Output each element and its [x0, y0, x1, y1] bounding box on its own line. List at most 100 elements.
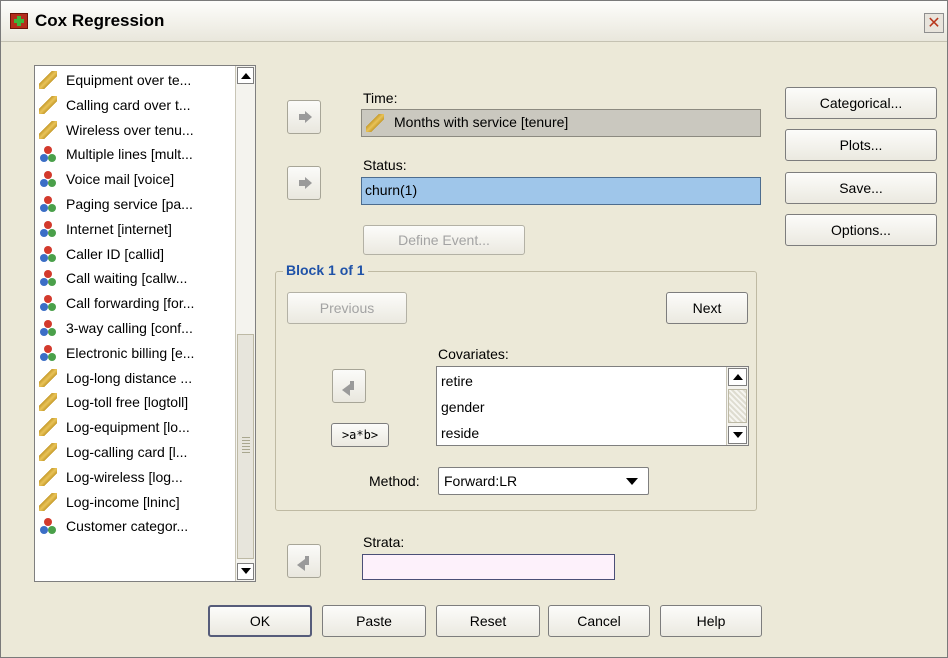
strata-field[interactable]	[362, 554, 615, 580]
covariate-item[interactable]: gender	[441, 399, 485, 415]
scale-ruler-icon	[39, 71, 57, 89]
nominal-icon	[39, 170, 57, 188]
variable-list-item[interactable]: Log-equipment [lo...	[37, 415, 233, 439]
variable-list-item[interactable]: 3-way calling [conf...	[37, 316, 233, 340]
variable-label: 3-way calling [conf...	[66, 320, 193, 336]
covariates-label: Covariates:	[438, 346, 509, 362]
variable-label: Wireless over tenu...	[66, 121, 194, 138]
variable-list-item[interactable]: Calling card over t...	[37, 93, 233, 117]
scroll-up-icon[interactable]	[237, 67, 254, 84]
variable-label: Voice mail [voice]	[66, 171, 175, 188]
block-title: Block 1 of 1	[283, 262, 368, 278]
reset-button[interactable]: Reset	[436, 605, 540, 637]
variable-label: Calling card over t...	[66, 96, 191, 113]
help-button[interactable]: Help	[660, 605, 762, 637]
scroll-up-icon[interactable]	[728, 368, 747, 386]
variable-label: Caller ID [callid]	[66, 245, 165, 262]
categorical-button[interactable]: Categorical...	[785, 87, 937, 119]
status-field[interactable]: churn(1)	[361, 177, 761, 205]
variable-list-item[interactable]: Customer categor...	[37, 514, 233, 538]
scale-ruler-icon	[39, 95, 57, 114]
variable-label: Log-equipment [lo...	[66, 419, 190, 436]
nominal-icon	[39, 269, 57, 287]
method-select[interactable]: Forward:LR	[438, 467, 649, 495]
nominal-icon	[39, 319, 57, 337]
variable-list-item[interactable]: Multiple lines [mult...	[37, 142, 233, 166]
strata-label: Strata:	[363, 534, 405, 550]
scale-ruler-icon	[366, 114, 384, 132]
move-to-strata-button[interactable]	[287, 544, 321, 578]
scale-ruler-icon	[39, 368, 57, 387]
cox-regression-dialog: Cox Regression ✕ Equipment over te... Cal…	[0, 0, 948, 658]
covariates-list[interactable]: retire gender reside	[436, 366, 749, 446]
variable-list-item[interactable]: Caller ID [callid]	[37, 242, 233, 266]
variable-label: Log-long distance ...	[66, 369, 193, 386]
scale-ruler-icon	[39, 393, 57, 412]
close-icon[interactable]: ✕	[924, 13, 944, 33]
variable-label: Multiple lines [mult...	[66, 146, 193, 163]
covariate-item[interactable]: retire	[441, 373, 473, 389]
variable-label: Call waiting [callw...	[66, 270, 188, 287]
scale-ruler-icon	[39, 467, 57, 486]
variable-list-item[interactable]: Paging service [pa...	[37, 192, 233, 216]
variable-label: Log-toll free [logtoll]	[66, 394, 189, 411]
define-event-button[interactable]: Define Event...	[363, 225, 525, 255]
variable-label: Log-income [lninc]	[66, 493, 180, 510]
variable-list-item[interactable]: Log-income [lninc]	[37, 490, 233, 514]
nominal-icon	[39, 344, 57, 362]
variable-list[interactable]: Equipment over te... Calling card over t.…	[34, 65, 256, 582]
variable-list-item[interactable]: Log-wireless [log...	[37, 465, 233, 489]
variable-list-item[interactable]: Electronic billing [e...	[37, 341, 233, 365]
move-to-status-button[interactable]	[287, 166, 321, 200]
ok-button[interactable]: OK	[208, 605, 312, 637]
covariate-item[interactable]: reside	[441, 425, 479, 441]
variable-list-item[interactable]: Log-toll free [logtoll]	[37, 390, 233, 414]
variable-label: Internet [internet]	[66, 220, 172, 237]
nominal-icon	[39, 245, 57, 263]
scroll-down-icon[interactable]	[237, 563, 254, 580]
next-button[interactable]: Next	[666, 292, 748, 324]
variable-list-item[interactable]: Log-long distance ...	[37, 366, 233, 390]
time-field[interactable]: Months with service [tenure]	[361, 109, 761, 137]
plots-button[interactable]: Plots...	[785, 129, 937, 161]
nominal-icon	[39, 195, 57, 213]
status-label: Status:	[363, 157, 407, 173]
variable-list-item[interactable]: Call forwarding [for...	[37, 291, 233, 315]
cancel-button[interactable]: Cancel	[548, 605, 650, 637]
previous-button[interactable]: Previous	[287, 292, 407, 324]
options-button[interactable]: Options...	[785, 214, 937, 246]
move-to-covariates-button[interactable]	[332, 369, 366, 403]
variable-label: Log-wireless [log...	[66, 468, 183, 485]
app-icon	[10, 13, 28, 29]
variable-list-item[interactable]: Voice mail [voice]	[37, 167, 233, 191]
title-bar: Cox Regression ✕	[1, 1, 947, 42]
scale-ruler-icon	[39, 120, 57, 139]
variable-label: Equipment over te...	[66, 72, 192, 88]
scale-ruler-icon	[39, 492, 57, 511]
time-label: Time:	[363, 90, 398, 106]
paste-button[interactable]: Paste	[322, 605, 426, 637]
variable-list-item[interactable]: Equipment over te...	[37, 68, 233, 92]
variable-list-scrollbar[interactable]	[235, 66, 255, 581]
scroll-thumb[interactable]	[237, 334, 254, 559]
interaction-button[interactable]: >a*b>	[331, 423, 389, 447]
save-button[interactable]: Save...	[785, 172, 937, 204]
nominal-icon	[39, 294, 57, 312]
move-to-time-button[interactable]	[287, 100, 321, 134]
variable-label: Customer categor...	[66, 518, 189, 535]
variable-list-item[interactable]: Internet [internet]	[37, 217, 233, 241]
variable-label: Paging service [pa...	[66, 196, 193, 212]
nominal-icon	[39, 517, 57, 535]
variable-label: Electronic billing [e...	[66, 344, 195, 361]
method-label: Method:	[369, 473, 420, 489]
dialog-title: Cox Regression	[35, 11, 165, 30]
covariates-scrollbar[interactable]	[726, 367, 748, 445]
scroll-thumb[interactable]	[728, 389, 747, 423]
variable-list-item[interactable]: Wireless over tenu...	[37, 118, 233, 142]
nominal-icon	[39, 145, 57, 163]
variable-list-item[interactable]: Log-calling card [l...	[37, 440, 233, 464]
variable-list-item[interactable]: Call waiting [callw...	[37, 266, 233, 290]
scale-ruler-icon	[39, 443, 57, 461]
chevron-down-icon	[626, 478, 638, 485]
scroll-down-icon[interactable]	[728, 426, 747, 444]
